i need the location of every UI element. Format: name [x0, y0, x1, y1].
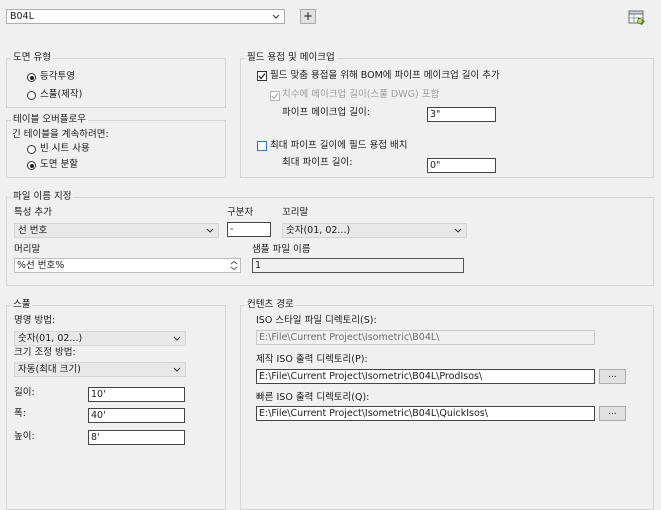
iso-style-dir-label: ISO 스타일 파일 디렉토리(S): [256, 315, 377, 326]
spool-height-value: 8' [91, 432, 100, 443]
spool-length-input[interactable]: 10' [88, 387, 185, 402]
checkmark-icon [258, 73, 266, 80]
naming-method-select[interactable]: 숫자(01, 02...) [14, 331, 186, 346]
browse-quick-button[interactable]: ... [599, 406, 626, 421]
add-makeup-label: 필드 맞춤 용접을 위해 BOM에 파이프 메이크업 길이 추가 [270, 70, 500, 81]
include-dim-label: 치수에 메이크업 길이(스풀 DWG) 포함 [282, 89, 440, 100]
radio-split-drawing[interactable] [27, 161, 36, 170]
quick-iso-dir-label: 빠른 ISO 출력 디렉토리(Q): [256, 392, 370, 403]
max-length-label: 최대 파이프 길이: [282, 157, 353, 168]
spool-width-input[interactable]: 40' [88, 408, 185, 423]
chevron-down-icon [272, 14, 280, 19]
naming-method-label: 명명 방법: [14, 315, 56, 326]
table-settings-icon[interactable] [628, 9, 646, 26]
suffix-label: 꼬리말 [282, 207, 309, 218]
spool-width-value: 40' [91, 410, 106, 421]
makeup-length-label: 파이프 메이크업 길이: [282, 107, 370, 118]
radio-split-drawing-label: 도면 분할 [40, 159, 78, 170]
quick-iso-dir-input[interactable]: E:\File\Current Project\Isometric\B04L\Q… [256, 406, 595, 421]
max-length-input[interactable]: 0" [427, 158, 496, 173]
add-drawing-button[interactable]: + [300, 9, 316, 24]
add-property-label: 특성 추가 [14, 207, 52, 218]
content-paths-title: 컨텐츠 경로 [245, 299, 296, 311]
file-naming-title: 파일 이름 지정 [11, 191, 74, 203]
chevron-down-icon [173, 367, 181, 372]
add-drawing-label: + [302, 9, 314, 23]
add-property-value: 선 번호 [18, 225, 48, 236]
quick-iso-dir-value: E:\File\Current Project\Isometric\B04L\Q… [259, 408, 488, 419]
field-weld-title: 필드 용접 및 메이크업 [245, 52, 337, 64]
spool-height-label: 높이: [14, 431, 35, 442]
radio-spool-label: 스풀(제작) [40, 89, 83, 100]
browse-prod-label: ... [608, 370, 617, 380]
spool-title: 스풀 [11, 299, 33, 311]
sample-filename-field: 1 [252, 258, 464, 273]
sample-filename-label: 샘플 파일 이름 [252, 244, 311, 255]
browse-prod-button[interactable]: ... [599, 369, 626, 384]
drawing-select-value: B04L [10, 11, 34, 22]
sample-filename-value: 1 [255, 260, 262, 271]
include-dim-checkbox[interactable] [270, 91, 280, 101]
table-overflow-prompt: 긴 테이블을 계속하려면: [12, 129, 109, 140]
naming-method-value: 숫자(01, 02...) [18, 333, 83, 344]
drawing-select[interactable]: B04L [6, 9, 285, 24]
radio-isometric-label: 등각투영 [40, 71, 75, 82]
iso-style-dir-input: E:\File\Current Project\Isometric\B04L\ [256, 330, 595, 345]
add-makeup-checkbox[interactable] [257, 71, 267, 81]
add-property-select[interactable]: 선 번호 [14, 223, 219, 238]
max-length-check-label: 최대 파이프 길이에 필드 용접 배치 [270, 140, 408, 151]
max-length-checkbox[interactable] [257, 141, 267, 151]
iso-style-dir-value: E:\File\Current Project\Isometric\B04L\ [259, 332, 440, 343]
radio-blank-sheet-label: 빈 시트 사용 [40, 143, 90, 154]
chevron-down-icon [206, 228, 214, 233]
makeup-length-input[interactable]: 3" [427, 107, 496, 122]
prod-iso-dir-value: E:\File\Current Project\Isometric\B04L\P… [259, 371, 483, 382]
radio-isometric[interactable] [27, 73, 36, 82]
prefix-value: %선 번호% [17, 260, 65, 271]
suffix-select[interactable]: 숫자(01, 02...) [282, 223, 467, 238]
makeup-length-value: 3" [430, 109, 441, 120]
prod-iso-dir-label: 제작 ISO 출력 디렉토리(P): [256, 354, 368, 365]
browse-quick-label: ... [608, 407, 617, 417]
separator-value: - [230, 224, 234, 235]
spool-length-value: 10' [91, 389, 106, 400]
prod-iso-dir-input[interactable]: E:\File\Current Project\Isometric\B04L\P… [256, 369, 595, 384]
suffix-value: 숫자(01, 02...) [286, 225, 351, 236]
drawing-type-group: 도면 유형 [6, 52, 226, 108]
spool-width-label: 폭: [14, 408, 26, 419]
separator-label: 구분자 [227, 207, 254, 218]
drawing-type-title: 도면 유형 [11, 52, 53, 64]
sizing-method-value: 자동(최대 크기) [18, 364, 81, 375]
spin-icon[interactable] [230, 260, 238, 271]
table-overflow-title: 테이블 오버플로우 [11, 114, 88, 126]
chevron-down-icon [454, 228, 462, 233]
chevron-down-icon [173, 336, 181, 341]
radio-blank-sheet[interactable] [27, 145, 36, 154]
prefix-label: 머리말 [14, 244, 41, 255]
checkmark-icon [271, 93, 279, 100]
spool-height-input[interactable]: 8' [88, 430, 185, 445]
separator-input[interactable]: - [227, 222, 271, 237]
prefix-input[interactable]: %선 번호% [14, 258, 241, 273]
spool-length-label: 길이: [14, 387, 35, 398]
max-length-value: 0" [430, 160, 441, 171]
sizing-method-label: 크기 조정 방법: [14, 347, 76, 358]
sizing-method-select[interactable]: 자동(최대 크기) [14, 362, 186, 377]
radio-spool[interactable] [27, 91, 36, 100]
